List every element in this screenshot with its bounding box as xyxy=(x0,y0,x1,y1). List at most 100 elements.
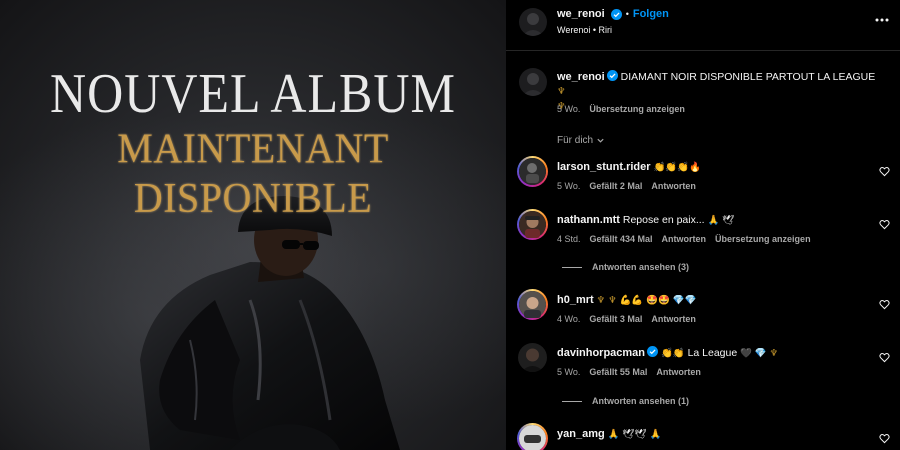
black-heart-emoji: 🖤 xyxy=(740,348,752,359)
trident-emoji: ♆ xyxy=(608,295,617,306)
comment-likes[interactable]: Gefällt 2 Mal xyxy=(589,181,642,191)
view-replies-button[interactable]: Antworten ansehen (1) xyxy=(562,396,689,406)
heart-outline-icon[interactable] xyxy=(879,166,890,177)
story-ring[interactable] xyxy=(517,156,548,187)
clap-emoji: 👏 xyxy=(665,162,678,173)
caption-meta: 5 Wo. Übersetzung anzeigen xyxy=(557,104,685,114)
pray-emoji: 🙏 xyxy=(607,429,620,440)
comment-meta: 5 Wo. Gefällt 2 Mal Antworten xyxy=(557,181,696,191)
avatar xyxy=(519,158,546,185)
view-replies-label: Antworten ansehen (1) xyxy=(592,396,690,406)
avatar-image xyxy=(519,68,547,96)
author-avatar[interactable] xyxy=(519,8,547,36)
story-ring[interactable] xyxy=(517,289,548,320)
muscle-emoji: 💪 xyxy=(619,295,632,306)
gem-emoji: 💎 xyxy=(754,348,767,359)
comment-item: davinhorpacman 👏👏 La League 🖤 💎 ♆ 5 Wo. … xyxy=(506,342,900,412)
more-horizontal-icon[interactable] xyxy=(874,12,890,28)
comment-username[interactable]: davinhorpacman xyxy=(557,347,645,359)
dove-emoji: 🕊 xyxy=(622,429,635,440)
star-struck-emoji: 🤩 xyxy=(646,295,658,306)
caption-avatar[interactable] xyxy=(519,68,547,96)
comment-username[interactable]: yan_amg xyxy=(557,428,605,440)
trident-emoji: ♆ xyxy=(596,295,606,306)
comment-time[interactable]: 4 Std. xyxy=(557,234,581,244)
story-ring[interactable] xyxy=(517,209,548,240)
comment-text: nathann.mtt Repose en paix... 🙏 🕊 xyxy=(557,213,877,228)
clap-emoji: 👏 xyxy=(653,162,666,173)
avatar xyxy=(519,425,546,450)
story-ring[interactable] xyxy=(517,423,548,450)
heart-outline-icon[interactable] xyxy=(879,352,890,363)
comment-item: nathann.mtt Repose en paix... 🙏 🕊 4 Std.… xyxy=(506,209,900,279)
poster-subtitle: MAINTENANT DISPONIBLE xyxy=(117,124,389,222)
view-replies-button[interactable]: Antworten ansehen (3) xyxy=(562,262,689,272)
author-username[interactable]: we_renoi xyxy=(557,8,605,20)
heart-outline-icon[interactable] xyxy=(879,219,890,230)
reply-button[interactable]: Antworten xyxy=(656,367,701,377)
gem-emoji: 💎 xyxy=(684,295,697,306)
comment-likes[interactable]: Gefällt 3 Mal xyxy=(589,314,642,324)
comment-meta: 5 Wo. Gefällt 55 Mal Antworten xyxy=(557,367,701,377)
audio-subtitle[interactable]: Werenoi • Riri xyxy=(557,25,612,35)
comment-item: larson_stunt.rider 👏👏👏🔥 5 Wo. Gefällt 2 … xyxy=(506,156,900,196)
caption-body: DIAMANT NOIR DISPONIBLE PARTOUT LA LEAGU… xyxy=(620,71,876,83)
pray-emoji: 🙏 xyxy=(707,215,720,226)
comment-text: yan_amg 🙏 🕊🕊 🙏 xyxy=(557,427,877,442)
comment-time[interactable]: 5 Wo. xyxy=(557,181,580,191)
heart-outline-icon[interactable] xyxy=(879,299,890,310)
star-struck-emoji: 🤩 xyxy=(657,295,670,306)
comment-text: davinhorpacman 👏👏 La League 🖤 💎 ♆ xyxy=(557,346,877,361)
comment-username[interactable]: nathann.mtt xyxy=(557,214,620,226)
comment-body: La League xyxy=(687,347,738,359)
avatar-image xyxy=(519,425,546,450)
trident-emoji: ♆ xyxy=(769,348,779,359)
comment-username[interactable]: larson_stunt.rider xyxy=(557,161,651,173)
translate-link[interactable]: Übersetzung anzeigen xyxy=(715,234,811,244)
gem-emoji: 💎 xyxy=(672,295,685,306)
comment-filter[interactable]: Für dich xyxy=(506,135,900,149)
replies-divider xyxy=(562,266,582,268)
post-caption: we_renoi DIAMANT NOIR DISPONIBLE PARTOUT… xyxy=(506,68,900,118)
reply-button[interactable]: Antworten xyxy=(651,181,696,191)
comment-time[interactable]: 4 Wo. xyxy=(557,314,580,324)
clap-emoji: 👏 xyxy=(660,348,673,359)
avatar-image xyxy=(519,8,547,36)
comment-text: h0_mrt ♆ ♆ 💪💪 🤩🤩 💎💎 xyxy=(557,293,877,308)
clap-emoji: 👏 xyxy=(677,162,689,173)
comment-item: yan_amg 🙏 🕊🕊 🙏 xyxy=(506,423,900,450)
avatar-image xyxy=(519,291,546,318)
trident-emoji: ♆ xyxy=(557,86,566,97)
comment-likes[interactable]: Gefällt 434 Mal xyxy=(590,234,653,244)
verified-badge-icon xyxy=(647,346,659,357)
avatar-image xyxy=(519,211,546,238)
reply-button[interactable]: Antworten xyxy=(662,234,707,244)
replies-divider xyxy=(562,400,582,402)
comment-likes[interactable]: Gefällt 55 Mal xyxy=(589,367,647,377)
comment-item: h0_mrt ♆ ♆ 💪💪 🤩🤩 💎💎 4 Wo. Gefällt 3 Mal … xyxy=(506,289,900,329)
caption-time[interactable]: 5 Wo. xyxy=(557,104,580,114)
translate-link[interactable]: Übersetzung anzeigen xyxy=(589,104,685,114)
comment-time[interactable]: 5 Wo. xyxy=(557,367,580,377)
avatar[interactable] xyxy=(518,343,547,372)
reply-button[interactable]: Antworten xyxy=(651,314,696,324)
poster-title: NOUVEL ALBUM xyxy=(50,61,456,125)
comment-text: larson_stunt.rider 👏👏👏🔥 xyxy=(557,160,877,175)
album-poster[interactable]: NOUVEL ALBUM MAINTENANT DISPONIBLE xyxy=(0,0,506,450)
comment-meta: 4 Std. Gefällt 434 Mal Antworten Überset… xyxy=(557,234,811,244)
comments-panel: we_renoi • Folgen Werenoi • Riri we_reno… xyxy=(506,0,900,450)
pray-emoji: 🙏 xyxy=(649,429,662,440)
view-replies-label: Antworten ansehen (3) xyxy=(592,262,690,272)
avatar-image xyxy=(518,343,547,372)
verified-badge-icon xyxy=(610,8,622,20)
muscle-emoji: 💪 xyxy=(631,295,644,306)
filter-label[interactable]: Für dich xyxy=(557,135,593,146)
follow-button[interactable]: Folgen xyxy=(633,8,669,20)
post-header: we_renoi • Folgen Werenoi • Riri xyxy=(506,0,900,51)
caption-username[interactable]: we_renoi xyxy=(557,71,605,83)
heart-outline-icon[interactable] xyxy=(879,433,890,444)
chevron-down-icon xyxy=(597,138,604,143)
comment-username[interactable]: h0_mrt xyxy=(557,294,594,306)
separator-dot: • xyxy=(625,9,629,19)
dove-emoji: 🕊 xyxy=(722,215,735,226)
